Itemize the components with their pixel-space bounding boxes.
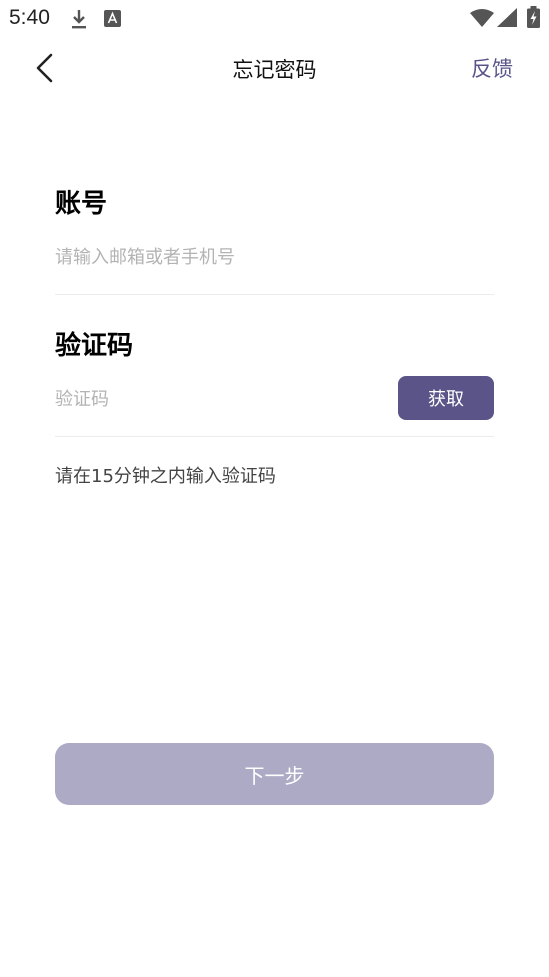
account-label: 账号 <box>55 189 108 219</box>
page-title: 忘记密码 <box>232 58 317 82</box>
app-notification-icon <box>104 10 121 27</box>
account-divider <box>55 294 494 295</box>
code-divider <box>55 436 494 437</box>
get-code-button[interactable]: 获取 <box>398 376 494 420</box>
account-input[interactable] <box>55 240 494 274</box>
next-step-button[interactable]: 下一步 <box>55 743 494 805</box>
download-icon <box>72 10 86 29</box>
code-label: 验证码 <box>55 331 134 361</box>
wifi-icon <box>470 9 494 27</box>
status-time: 5:40 <box>9 6 50 29</box>
forgot-password-screen: 5:40 忘记密码 反馈 账号 请输入邮箱或者手机号 验证码 验证码 获取 请在… <box>0 0 549 977</box>
code-input[interactable] <box>55 382 385 416</box>
code-hint: 请在15分钟之内输入验证码 <box>55 466 276 487</box>
battery-charging-icon <box>527 6 540 28</box>
signal-icon <box>497 8 517 27</box>
status-bar: 5:40 <box>0 0 549 38</box>
feedback-link[interactable]: 反馈 <box>471 53 513 83</box>
nav-bar: 忘记密码 反馈 <box>0 38 549 100</box>
